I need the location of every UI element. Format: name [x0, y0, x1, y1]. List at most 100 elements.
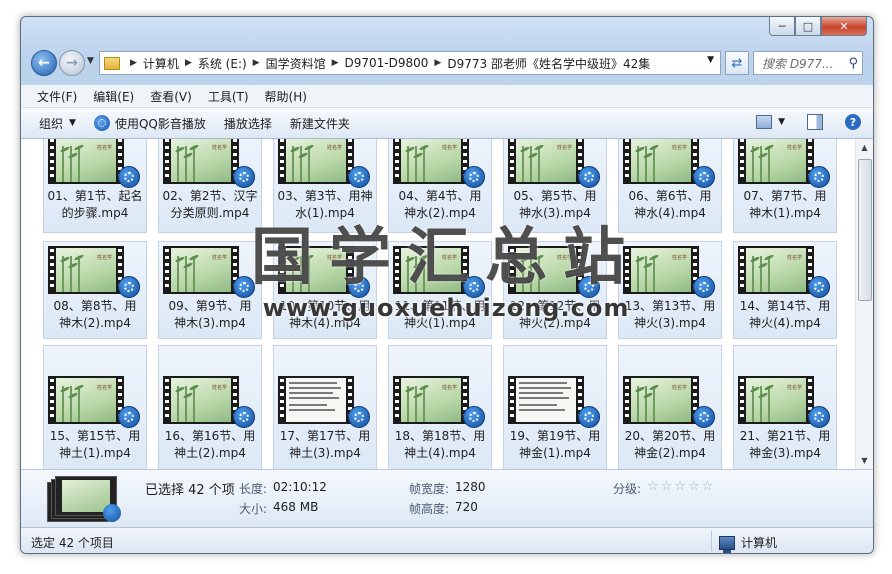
thumbnail-title: 姓名学	[96, 255, 112, 261]
file-item[interactable]: 19、第19节、用 神金(1).mp4	[503, 345, 607, 469]
file-item[interactable]: 17、第17节、用 神土(3).mp4	[273, 345, 377, 469]
search-box[interactable]: 搜索 D977... ⚲	[753, 51, 863, 75]
menu-edit[interactable]: 编辑(E)	[93, 88, 134, 105]
recent-pages-chevron-icon[interactable]: ▼	[87, 56, 94, 66]
file-item[interactable]: 姓名学 08、第8节、用 神木(2).mp4	[43, 241, 147, 339]
media-file-icon	[463, 276, 485, 298]
search-icon[interactable]: ⚲	[848, 56, 858, 71]
file-name-line-2: 神木(1).mp4	[749, 206, 821, 220]
breadcrumb-chevron-icon[interactable]: ▶	[332, 58, 339, 68]
scroll-up-arrow-icon[interactable]: ▲	[856, 139, 873, 156]
file-item[interactable]: 姓名学 14、第14节、用 神火(4).mp4	[733, 241, 837, 339]
media-file-icon	[693, 166, 715, 188]
forward-button[interactable]: →	[59, 50, 85, 76]
explorer-window: ─ □ ✕ ← → ▼ ▶ 计算机 ▶ 系统 (E:) ▶ 国学资料馆 ▶ D9…	[20, 16, 874, 554]
menu-file[interactable]: 文件(F)	[37, 88, 77, 105]
rating-label: 分级:	[613, 482, 642, 496]
video-thumbnail: 姓名学	[163, 376, 239, 424]
breadcrumb-drive[interactable]: 系统 (E:)	[198, 55, 247, 72]
thumbnail-title: 姓名学	[556, 255, 572, 261]
address-history-chevron-icon[interactable]: ▼	[707, 55, 714, 65]
computer-icon	[719, 535, 735, 553]
minimize-button[interactable]: ─	[769, 17, 795, 36]
file-name-line-2: 水(1).mp4	[295, 206, 355, 220]
media-file-icon	[348, 166, 370, 188]
breadcrumb-computer[interactable]: 计算机	[143, 55, 179, 72]
media-file-icon	[233, 276, 255, 298]
video-thumbnail: 姓名学	[738, 139, 814, 184]
search-input[interactable]: 搜索 D977...	[762, 55, 848, 72]
file-item[interactable]: 姓名学 12、第12节、用 神火(2).mp4	[503, 241, 607, 339]
length-label: 长度:	[239, 482, 268, 496]
file-item[interactable]: 姓名学 02、第2节、汉字 分类原则.mp4	[158, 139, 262, 233]
video-thumbnail: 姓名学	[48, 376, 124, 424]
file-name-line-2: 神金(3).mp4	[749, 446, 821, 460]
preview-pane-icon[interactable]	[807, 114, 823, 130]
breadcrumb-chevron-icon[interactable]: ▶	[130, 58, 137, 68]
maximize-button[interactable]: □	[795, 17, 821, 36]
selected-count: 已选择 42 个项	[145, 483, 235, 498]
menu-help[interactable]: 帮助(H)	[265, 88, 307, 105]
thumbnail-title: 姓名学	[441, 145, 457, 151]
close-button[interactable]: ✕	[821, 17, 867, 36]
file-item[interactable]: 姓名学 09、第9节、用 神木(3).mp4	[158, 241, 262, 339]
back-button[interactable]: ←	[31, 50, 57, 76]
menu-view[interactable]: 查看(V)	[150, 88, 192, 105]
file-item[interactable]: 姓名学 07、第7节、用 神木(1).mp4	[733, 139, 837, 233]
breadcrumb-folder-2[interactable]: D9701-D9800	[345, 56, 429, 70]
thumbnail-title: 姓名学	[326, 255, 342, 261]
media-file-icon	[348, 276, 370, 298]
file-item[interactable]: 姓名学 18、第18节、用 神土(4).mp4	[388, 345, 492, 469]
file-name-line-1: 11、第11节、用	[394, 299, 486, 313]
change-view-icon[interactable]	[756, 115, 773, 129]
video-thumbnail: 姓名学	[623, 246, 699, 294]
media-file-icon	[578, 406, 600, 428]
new-folder-button[interactable]: 新建文件夹	[290, 115, 350, 132]
organize-button[interactable]: 组织 ▼	[39, 115, 76, 132]
breadcrumb-folder-1[interactable]: 国学资料馆	[266, 55, 326, 72]
media-file-icon	[463, 166, 485, 188]
file-item[interactable]: 姓名学 05、第5节、用 神水(3).mp4	[503, 139, 607, 233]
address-bar[interactable]: ▶ 计算机 ▶ 系统 (E:) ▶ 国学资料馆 ▶ D9701-D9800 ▶ …	[99, 51, 721, 75]
scroll-thumb[interactable]	[858, 159, 872, 301]
file-item[interactable]: 姓名学 11、第11节、用 神火(1).mp4	[388, 241, 492, 339]
file-item[interactable]: 姓名学 04、第4节、用 神水(2).mp4	[388, 139, 492, 233]
file-name-line-2: 神木(2).mp4	[59, 316, 131, 330]
folder-icon	[104, 56, 120, 70]
file-item[interactable]: 姓名学 15、第15节、用 神土(1).mp4	[43, 345, 147, 469]
breadcrumb-chevron-icon[interactable]: ▶	[185, 58, 192, 68]
vertical-scrollbar[interactable]: ▲ ▼	[855, 139, 873, 469]
file-name-line-1: 10、第10节、用	[279, 299, 371, 313]
menu-bar: 文件(F) 编辑(E) 查看(V) 工具(T) 帮助(H)	[21, 85, 873, 108]
file-item[interactable]: 姓名学 10、第10节、用 神木(4).mp4	[273, 241, 377, 339]
file-item[interactable]: 姓名学 01、第1节、起名 的步骤.mp4	[43, 139, 147, 233]
file-item[interactable]: 姓名学 20、第20节、用 神金(2).mp4	[618, 345, 722, 469]
details-pane: 已选择 42 个项 长度: 02:10:12 大小: 468 MB 帧宽度: 1…	[21, 469, 873, 528]
media-file-icon	[693, 406, 715, 428]
qq-player-icon	[93, 115, 110, 131]
view-options-chevron-icon[interactable]: ▼	[778, 117, 785, 127]
help-icon[interactable]: ?	[845, 114, 861, 130]
scroll-down-arrow-icon[interactable]: ▼	[856, 452, 873, 469]
menu-tools[interactable]: 工具(T)	[208, 88, 249, 105]
file-item[interactable]: 姓名学 03、第3节、用神 水(1).mp4	[273, 139, 377, 233]
breadcrumb-chevron-icon[interactable]: ▶	[434, 58, 441, 68]
file-item[interactable]: 姓名学 06、第6节、用 神水(4).mp4	[618, 139, 722, 233]
file-item[interactable]: 姓名学 21、第21节、用 神金(3).mp4	[733, 345, 837, 469]
new-folder-label: 新建文件夹	[289, 116, 350, 131]
play-with-qq-button[interactable]: 使用QQ影音播放	[93, 115, 206, 132]
breadcrumb-folder-3[interactable]: D9773 邵老师《姓名学中级班》42集	[447, 55, 650, 72]
status-location-label: 计算机	[741, 536, 778, 550]
file-name-line-2: 神金(2).mp4	[634, 446, 706, 460]
play-selection-button[interactable]: 播放选择	[224, 115, 272, 132]
media-file-icon	[118, 166, 140, 188]
breadcrumb-chevron-icon[interactable]: ▶	[253, 58, 260, 68]
rating-stars[interactable]: ☆☆☆☆☆	[647, 479, 715, 494]
play-selection-label: 播放选择	[223, 116, 272, 131]
file-item[interactable]: 姓名学 16、第16节、用 神土(2).mp4	[158, 345, 262, 469]
refresh-button[interactable]: ⇄	[725, 51, 749, 75]
video-thumbnail: 姓名学	[508, 139, 584, 184]
file-item[interactable]: 姓名学 13、第13节、用 神火(3).mp4	[618, 241, 722, 339]
file-name-line-1: 20、第20节、用	[624, 429, 716, 443]
video-thumbnail: 姓名学	[393, 139, 469, 184]
